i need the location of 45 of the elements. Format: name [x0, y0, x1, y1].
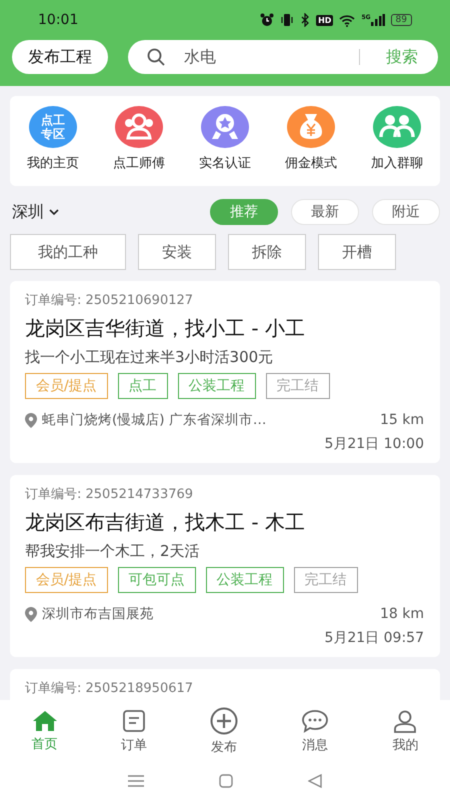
battery-indicator: 89 [390, 14, 412, 26]
sort-tab[interactable]: 附近 [372, 199, 440, 225]
order-tag: 可包可点 [118, 567, 196, 593]
order-tag: 完工结 [294, 567, 358, 593]
shortcut-label[interactable]: 点工师傅 [113, 154, 165, 172]
search-field[interactable]: 水电 搜索 [128, 40, 438, 74]
shortcut-label[interactable]: 加入群聊 [371, 154, 423, 172]
order-number: 订单编号: 2505214733769 [25, 486, 194, 503]
tab-bar-item[interactable]: 我的 [384, 708, 426, 754]
order-description: 找一个小工现在过来半3小时活300元 [25, 348, 274, 367]
category-chip[interactable]: 开槽 [318, 234, 396, 270]
publish-project-button[interactable]: 发布工程 [12, 40, 108, 74]
category-chip[interactable]: 拆除 [228, 234, 306, 270]
order-title: 龙岗区吉华街道，找小工 - 小工 [25, 315, 306, 342]
order-tag: 会员/提点 [25, 373, 108, 399]
order-number: 订单编号: 2505218950617 [25, 680, 194, 697]
shortcut-label[interactable]: 佣金模式 [285, 154, 337, 172]
order-distance: 18 km [380, 606, 424, 622]
order-time: 5月21日 10:00 [324, 435, 424, 453]
order-time: 5月21日 09:57 [324, 629, 424, 647]
city-selector[interactable]: 深圳 [10, 202, 61, 222]
category-chip[interactable]: 我的工种 [10, 234, 126, 270]
order-address: 蚝串门烧烤(慢城店) 广东省深圳市… [42, 411, 268, 429]
tab-bar-item[interactable]: 发布 [202, 706, 246, 756]
tab-bar-item[interactable]: 消息 [293, 708, 338, 754]
order-card[interactable]: 订单编号: 2505218950617 [10, 669, 440, 700]
order-tag: 公装工程 [206, 567, 284, 593]
hd-indicator: HD [316, 14, 334, 26]
order-card[interactable]: 订单编号: 2505210690127 龙岗区吉华街道，找小工 - 小工 找一个小工现在过来半3小时活300元 会员/提点 点工 公装工程 完工结 蚝串门烧烤(慢城店) 广东省深圳市… 15 km 5月21日 10:00 [10, 281, 440, 463]
sort-tab[interactable]: 最新 [291, 199, 359, 225]
order-distance: 15 km [380, 412, 424, 428]
order-card[interactable]: 订单编号: 2505214733769 龙岗区布吉街道，找木工 - 木工 帮我安排一个木工，2天活 会员/提点 可包可点 公装工程 完工结 深圳市布吉国展苑 18 km 5月21日 09:57 [10, 475, 440, 657]
order-address: 深圳市布吉国展苑 [42, 605, 155, 623]
order-number: 订单编号: 2505210690127 [25, 292, 194, 309]
order-title: 龙岗区布吉街道，找木工 - 木工 [25, 509, 306, 536]
category-chip[interactable]: 安装 [138, 234, 216, 270]
tab-bar-item[interactable]: 订单 [112, 708, 155, 754]
order-tag: 公装工程 [178, 373, 256, 399]
shortcut-label[interactable]: 我的主页 [27, 154, 79, 172]
order-tag: 完工结 [266, 373, 330, 399]
shortcut-label[interactable]: 实名认证 [199, 154, 251, 172]
status-time: 10:01 [38, 12, 78, 28]
order-tag: 会员/提点 [25, 567, 108, 593]
order-tag: 点工 [118, 373, 168, 399]
order-description: 帮我安排一个木工，2天活 [25, 542, 201, 561]
